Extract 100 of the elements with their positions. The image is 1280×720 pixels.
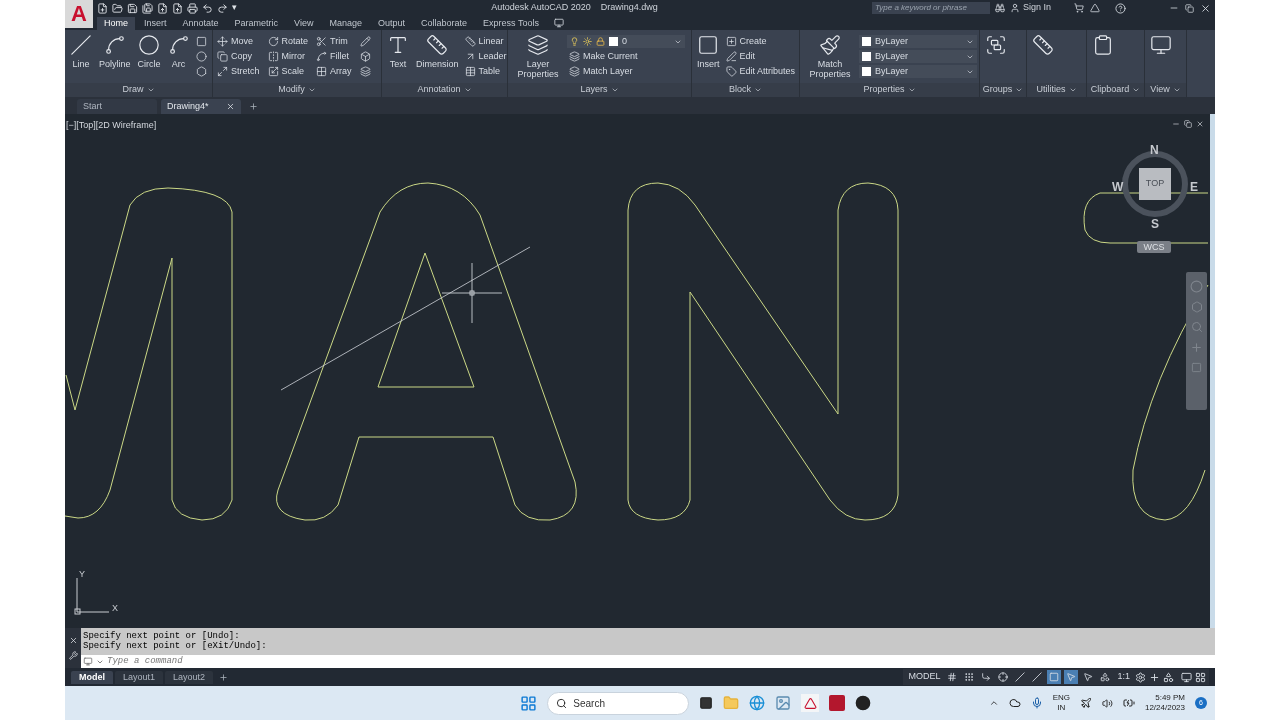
close-icon[interactable] xyxy=(226,102,235,111)
application-menu-button[interactable]: A xyxy=(65,0,93,28)
ribbon-tool-button[interactable]: Arc xyxy=(164,30,193,69)
panel-title-button[interactable]: Block xyxy=(692,83,799,97)
ribbon-tool-button[interactable]: Linear xyxy=(462,34,507,49)
triangle-icon[interactable] xyxy=(1090,3,1100,13)
panel-title-button[interactable]: Layers xyxy=(508,83,691,97)
close-icon[interactable] xyxy=(1200,2,1211,14)
windows-start-icon[interactable] xyxy=(520,694,538,712)
ribbon-tool-button[interactable]: Fillet xyxy=(314,49,354,64)
image-app-icon[interactable] xyxy=(775,695,792,711)
status-toggle-icon[interactable] xyxy=(996,670,1011,684)
ribbon-dropdown[interactable]: 0 xyxy=(567,35,685,48)
help-icon[interactable] xyxy=(1115,2,1126,14)
file-tab[interactable]: Start xyxy=(77,99,157,114)
compass-north[interactable]: N xyxy=(1150,141,1159,159)
ribbon-dropdown[interactable]: ByLayer xyxy=(859,35,977,48)
ribbon-tool-button[interactable]: Match Properties xyxy=(802,30,858,79)
battery-icon[interactable] xyxy=(1122,697,1135,709)
ribbon-tool-button[interactable]: Layer Properties xyxy=(510,30,566,79)
ribbon-tool-button[interactable]: Edit Attributes xyxy=(723,64,798,79)
save-as-icon[interactable] xyxy=(142,2,153,14)
viewcube-top-face[interactable]: TOP xyxy=(1139,168,1171,200)
ribbon-tab[interactable]: Insert xyxy=(137,17,174,30)
panel-title-button[interactable]: View xyxy=(1145,83,1186,97)
ribbon-tool-button[interactable]: Insert xyxy=(694,30,723,69)
ribbon-tool-button[interactable]: Scale xyxy=(265,64,311,79)
menu-icon[interactable] xyxy=(1195,671,1206,683)
region-label[interactable]: IN xyxy=(1057,703,1066,713)
ribbon-tool-button[interactable] xyxy=(357,34,373,49)
isolate-objects-icon[interactable] xyxy=(1163,671,1174,683)
ribbon-tool-button[interactable]: Line xyxy=(67,30,95,69)
new-layout-icon[interactable] xyxy=(219,672,229,682)
minimize-icon[interactable] xyxy=(1172,120,1180,128)
ribbon-tool-button[interactable]: Edit xyxy=(723,49,798,64)
file-tab[interactable]: Drawing4* xyxy=(161,99,241,114)
task-view-icon[interactable] xyxy=(699,696,714,710)
close-icon[interactable] xyxy=(1196,120,1204,128)
ribbon-tool-button[interactable]: Rotate xyxy=(265,34,311,49)
wrench-icon[interactable] xyxy=(68,651,78,660)
ribbon-tab[interactable]: Express Tools xyxy=(476,17,546,30)
volume-icon[interactable] xyxy=(1101,697,1113,709)
settings-icon[interactable] xyxy=(1135,671,1146,683)
ribbon-dropdown[interactable]: ByLayer xyxy=(859,50,977,63)
ribbon-tool-button[interactable]: Stretch xyxy=(215,64,262,79)
binoculars-icon[interactable] xyxy=(994,3,1005,13)
panel-title-button[interactable]: Groups xyxy=(980,83,1026,97)
viewport-controls-label[interactable]: [−][Top][2D Wireframe] xyxy=(66,119,157,133)
ribbon-tool-button[interactable] xyxy=(193,49,209,64)
airplane-icon[interactable] xyxy=(1079,697,1092,709)
ribbon-tab[interactable]: View xyxy=(287,17,321,30)
status-toggle-icon[interactable] xyxy=(1064,670,1079,684)
save-icon[interactable] xyxy=(127,2,138,14)
ribbon-tab[interactable]: Collaborate xyxy=(414,17,475,30)
ribbon-tool-button[interactable]: Make Current xyxy=(567,49,685,64)
layout-tab[interactable]: Model xyxy=(71,670,113,684)
cad-app-icon[interactable] xyxy=(801,694,820,712)
panel-title-button[interactable]: Utilities xyxy=(1027,83,1086,97)
ribbon-tab[interactable]: Annotate xyxy=(175,17,226,30)
cad-app-icon[interactable] xyxy=(829,695,846,711)
recorder-app-icon[interactable] xyxy=(855,695,872,711)
ribbon-tool-button[interactable]: Circle xyxy=(134,30,164,69)
keyword-help-field[interactable]: Type a keyword or phrase xyxy=(871,2,990,14)
export-icon[interactable] xyxy=(157,2,168,14)
layout-tab[interactable]: Layout2 xyxy=(165,670,214,684)
open-folder-icon[interactable] xyxy=(112,2,123,14)
language-label[interactable]: ENG xyxy=(1052,693,1070,703)
new-file-icon[interactable] xyxy=(97,2,108,14)
ribbon-tool-button[interactable]: Move xyxy=(215,34,262,49)
taskbar-search-input[interactable]: Search xyxy=(573,695,674,711)
share-icon[interactable] xyxy=(172,2,183,14)
restore-icon[interactable] xyxy=(1185,3,1194,13)
ribbon-tool-button[interactable]: Leader xyxy=(462,49,507,64)
compass-west[interactable]: W xyxy=(1112,178,1124,196)
cloud-icon[interactable] xyxy=(1008,697,1021,709)
clean-screen-icon[interactable] xyxy=(1181,671,1192,683)
panel-title-button[interactable]: Properties xyxy=(800,83,979,97)
sign-in-button[interactable]: Sign In xyxy=(1022,1,1051,15)
clock-time[interactable]: 5:49 PM xyxy=(1155,693,1185,703)
restore-icon[interactable] xyxy=(1184,120,1192,128)
status-toggle-icon[interactable] xyxy=(1013,670,1028,684)
ribbon-tab[interactable]: Home xyxy=(97,17,135,30)
model-space-button[interactable]: MODEL xyxy=(906,670,943,684)
ribbon-dropdown[interactable]: ByLayer xyxy=(859,65,977,78)
clock-date[interactable]: 12/24/2023 xyxy=(1144,703,1185,713)
new-tab-icon[interactable] xyxy=(249,102,258,111)
taskbar-search-field[interactable]: Search xyxy=(547,691,690,715)
undo-icon[interactable] xyxy=(202,2,213,14)
ribbon-tab[interactable]: Output xyxy=(370,17,412,30)
compass-east[interactable]: E xyxy=(1190,178,1198,196)
ribbon-tool-button[interactable]: Create xyxy=(723,34,798,49)
ribbon-tool-button[interactable]: Mirror xyxy=(265,49,311,64)
microphone-icon[interactable] xyxy=(1030,697,1043,709)
status-toggle-icon[interactable] xyxy=(1030,670,1045,684)
layout-tab[interactable]: Layout1 xyxy=(115,670,164,684)
annotation-scale-button[interactable]: 1:1 xyxy=(1115,670,1132,684)
panel-title-button[interactable]: Clipboard xyxy=(1087,83,1144,97)
compass-south[interactable]: S xyxy=(1151,215,1159,233)
cart-icon[interactable] xyxy=(1074,3,1084,13)
ribbon-tool-button[interactable]: Array xyxy=(314,64,354,79)
